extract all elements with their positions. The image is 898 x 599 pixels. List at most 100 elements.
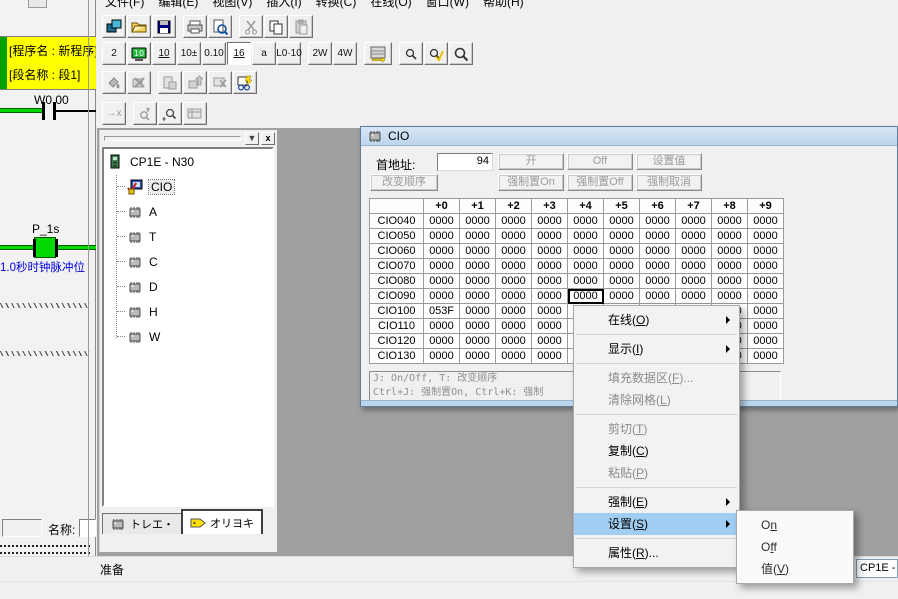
mem-cell-CIO130-+3[interactable]: 0000 [532, 349, 568, 364]
fill-data-button[interactable] [102, 71, 126, 94]
mem-cell-CIO040-+6[interactable]: 0000 [640, 214, 676, 229]
print-preview-button[interactable] [208, 15, 232, 38]
change-order-button[interactable]: 改变顺序 [370, 174, 438, 191]
mem-cell-CIO090-+2[interactable]: 0000 [496, 289, 532, 304]
mem-cell-CIO130-+1[interactable]: 0000 [460, 349, 496, 364]
tree-item-d[interactable]: D [104, 274, 272, 299]
mem-cell-CIO070-+7[interactable]: 0000 [676, 259, 712, 274]
bottom-tab-1[interactable]: トレエ・ [102, 513, 182, 534]
row-header-CIO090[interactable]: CIO090 [370, 289, 424, 304]
mem-cell-CIO060-+7[interactable]: 0000 [676, 244, 712, 259]
print-button[interactable] [183, 15, 207, 38]
mem-cell-CIO090-+7[interactable]: 0000 [676, 289, 712, 304]
watch-window-button[interactable] [183, 102, 207, 125]
corner-header[interactable] [370, 199, 424, 214]
mem-cell-CIO060-+2[interactable]: 0000 [496, 244, 532, 259]
mem-cell-CIO070-+3[interactable]: 0000 [532, 259, 568, 274]
row-header-CIO070[interactable]: CIO070 [370, 259, 424, 274]
two-word-button[interactable]: 2W [308, 42, 332, 65]
monitor-button[interactable] [233, 71, 257, 94]
mem-cell-CIO080-+5[interactable]: 0000 [604, 274, 640, 289]
context-menu-item-粘贴p[interactable]: 粘贴(P) [574, 462, 739, 484]
tree-item-cio[interactable]: CIO [104, 174, 272, 199]
col-header-plus4[interactable]: +4 [568, 199, 604, 214]
chevron-down-icon[interactable]: ▼ [245, 132, 259, 145]
tree-item-c[interactable]: C [104, 249, 272, 274]
col-header-plus3[interactable]: +3 [532, 199, 568, 214]
force-off-button[interactable]: 强制置Off [567, 174, 633, 191]
set-value-button[interactable]: 设置值 [636, 153, 702, 170]
menu-item[interactable]: 帮助(H) [483, 0, 524, 9]
copy-button[interactable] [264, 15, 288, 38]
mem-cell-CIO060-+9[interactable]: 0000 [748, 244, 784, 259]
find-button[interactable] [399, 42, 423, 65]
mem-cell-CIO040-+2[interactable]: 0000 [496, 214, 532, 229]
mem-cell-CIO120-+0[interactable]: 0000 [424, 334, 460, 349]
transfer-compare-button[interactable] [127, 71, 151, 94]
mem-cell-CIO120-+9[interactable]: 0000 [748, 334, 784, 349]
mem-cell-CIO100-+0[interactable]: 053F [424, 304, 460, 319]
mem-cell-CIO070-+5[interactable]: 0000 [604, 259, 640, 274]
mem-cell-CIO080-+9[interactable]: 0000 [748, 274, 784, 289]
menu-item[interactable]: 插入(I) [266, 0, 301, 9]
mem-cell-CIO100-+2[interactable]: 0000 [496, 304, 532, 319]
mem-cell-CIO060-+0[interactable]: 0000 [424, 244, 460, 259]
mem-cell-CIO090-+4[interactable]: 0000 [568, 289, 604, 304]
address-increment-button[interactable] [364, 42, 392, 65]
mem-cell-CIO080-+7[interactable]: 0000 [676, 274, 712, 289]
context-menu-item-强制e[interactable]: 强制(E) [574, 491, 739, 513]
mem-cell-CIO040-+4[interactable]: 0000 [568, 214, 604, 229]
mem-cell-CIO090-+8[interactable]: 0000 [712, 289, 748, 304]
row-header-CIO050[interactable]: CIO050 [370, 229, 424, 244]
four-word-button[interactable]: 4W [333, 42, 357, 65]
mem-cell-CIO070-+6[interactable]: 0000 [640, 259, 676, 274]
mem-cell-CIO110-+0[interactable]: 0000 [424, 319, 460, 334]
tree-item-h[interactable]: H [104, 299, 272, 324]
col-header-plus6[interactable]: +6 [640, 199, 676, 214]
context-menu-item-属性r[interactable]: 属性(R)... [574, 542, 739, 564]
float-format-button[interactable]: 0.10 [202, 42, 226, 65]
tree-item-t[interactable]: T [104, 224, 272, 249]
mem-cell-CIO040-+9[interactable]: 0000 [748, 214, 784, 229]
context-menu-item-设置s[interactable]: 设置(S) [574, 513, 739, 535]
tree-root-plc[interactable]: CP1E - N30 [104, 149, 272, 174]
mem-cell-CIO050-+9[interactable]: 0000 [748, 229, 784, 244]
mem-cell-CIO060-+6[interactable]: 0000 [640, 244, 676, 259]
ladder-cursor[interactable] [34, 237, 56, 258]
double-float-button[interactable]: L0·10 [277, 42, 301, 65]
mem-cell-CIO070-+0[interactable]: 0000 [424, 259, 460, 274]
submenu-item-off[interactable]: Off [737, 536, 853, 558]
mem-cell-CIO050-+5[interactable]: 0000 [604, 229, 640, 244]
text-format-button[interactable]: a [252, 42, 276, 65]
context-menu-item-清除网格l[interactable]: 清除网格(L) [574, 389, 739, 411]
context-menu-item-填充数据区f[interactable]: 填充数据区(F)... [574, 367, 739, 389]
tree-item-a[interactable]: A [104, 199, 272, 224]
mem-cell-CIO110-+1[interactable]: 0000 [460, 319, 496, 334]
mem-cell-CIO090-+9[interactable]: 0000 [748, 289, 784, 304]
mem-cell-CIO080-+4[interactable]: 0000 [568, 274, 604, 289]
binary-monitor-button[interactable]: 10 [127, 42, 151, 65]
mem-cell-CIO110-+2[interactable]: 0000 [496, 319, 532, 334]
mem-cell-CIO090-+3[interactable]: 0000 [532, 289, 568, 304]
name-input[interactable] [79, 519, 96, 537]
mem-cell-CIO080-+2[interactable]: 0000 [496, 274, 532, 289]
mem-cell-CIO050-+8[interactable]: 0000 [712, 229, 748, 244]
mem-cell-CIO100-+3[interactable]: 0000 [532, 304, 568, 319]
col-header-plus8[interactable]: +8 [712, 199, 748, 214]
goto-address-button[interactable]: →x [102, 102, 126, 125]
mem-cell-CIO070-+2[interactable]: 0000 [496, 259, 532, 274]
col-header-plus5[interactable]: +5 [604, 199, 640, 214]
context-menu-item-在线o[interactable]: 在线(O) [574, 309, 739, 331]
cascade-windows-button[interactable] [102, 15, 126, 38]
submenu-item-值v[interactable]: 值(V) [737, 558, 853, 580]
mem-cell-CIO060-+3[interactable]: 0000 [532, 244, 568, 259]
mem-cell-CIO070-+9[interactable]: 0000 [748, 259, 784, 274]
mem-cell-CIO070-+1[interactable]: 0000 [460, 259, 496, 274]
mem-cell-CIO060-+8[interactable]: 0000 [712, 244, 748, 259]
mem-cell-CIO120-+2[interactable]: 0000 [496, 334, 532, 349]
mem-cell-CIO040-+8[interactable]: 0000 [712, 214, 748, 229]
menu-item[interactable]: 编辑(E) [158, 0, 198, 9]
close-icon[interactable]: x [261, 132, 275, 145]
mem-cell-CIO060-+5[interactable]: 0000 [604, 244, 640, 259]
mem-cell-CIO060-+1[interactable]: 0000 [460, 244, 496, 259]
